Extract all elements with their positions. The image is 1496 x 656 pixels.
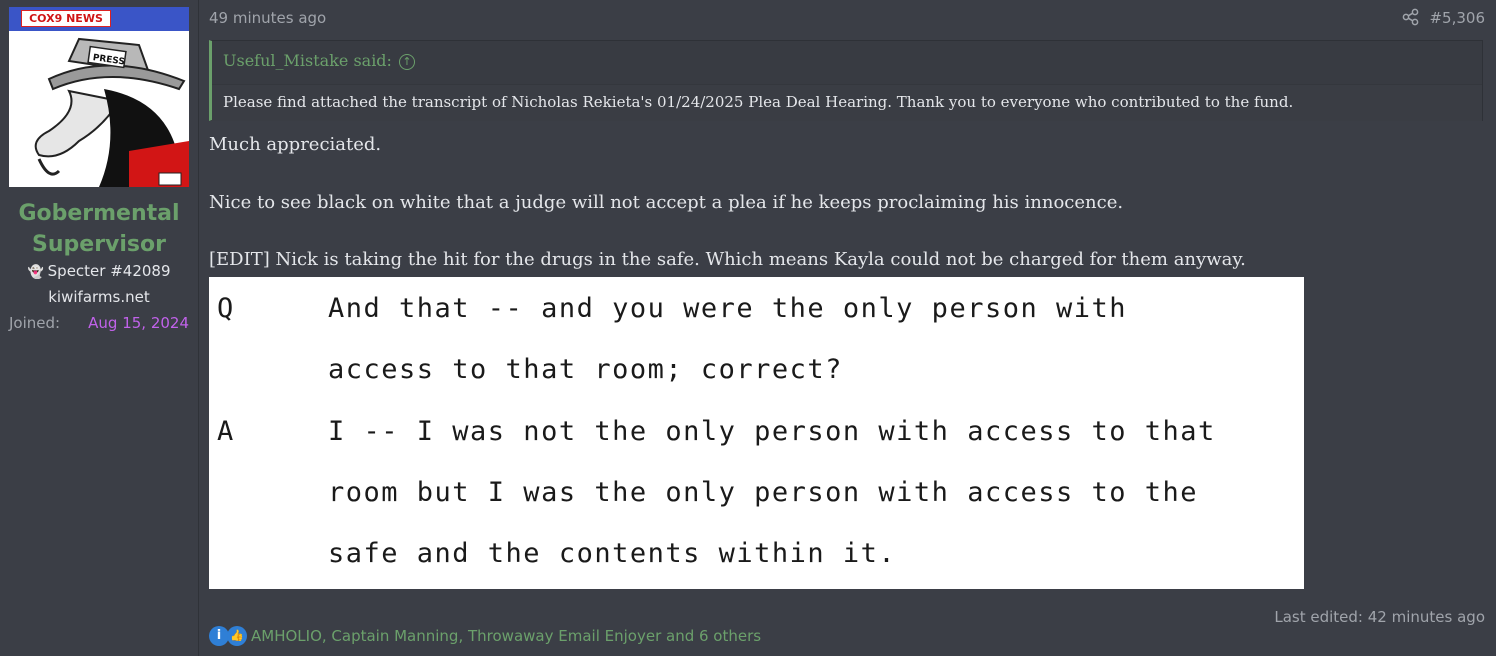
joined-date: Aug 15, 2024 <box>88 314 189 332</box>
avatar-banner: COX9 NEWS <box>9 7 189 31</box>
post-paragraph: Nice to see black on white that a judge … <box>209 192 1124 213</box>
transcript-a-label: A <box>217 416 235 447</box>
quote-block: Useful_Mistake said: ↑ Please find attach… <box>209 40 1483 121</box>
transcript-line: room but I was the only person with acce… <box>328 477 1199 508</box>
post-time[interactable]: 49 minutes ago <box>209 9 326 27</box>
transcript-line: access to that room; correct? <box>328 354 843 385</box>
quote-arrow-icon[interactable]: ↑ <box>398 54 415 70</box>
username-line2: Supervisor <box>32 232 166 257</box>
username[interactable]: Gobermental Supervisor <box>0 198 198 260</box>
user-rank: 👻 Specter #42089 <box>0 262 198 280</box>
quote-text: Please find attached the transcript of N… <box>223 93 1294 111</box>
transcript-line: safe and the contents within it. <box>328 538 897 569</box>
post-main: 49 minutes ago #5,306 Useful_Mistake sai… <box>209 0 1485 656</box>
quote-body: Please find attached the transcript of N… <box>212 84 1482 121</box>
transcript-line: I -- I was not the only person with acce… <box>328 416 1216 447</box>
info-reaction-icon[interactable]: i <box>209 626 229 646</box>
post-number[interactable]: #5,306 <box>1429 9 1485 27</box>
rank-text: Specter #42089 <box>47 262 171 280</box>
reaction-names[interactable]: AMHOLIO, Captain Manning, Throwaway Emai… <box>251 627 761 645</box>
quote-header[interactable]: Useful_Mistake said: ↑ <box>223 51 415 70</box>
username-line1: Gobermental <box>18 201 180 226</box>
avatar[interactable]: COX9 NEWS PRESS <box>9 7 189 187</box>
share-icon[interactable] <box>1402 8 1420 26</box>
like-reaction-icon[interactable]: 👍 <box>227 626 247 646</box>
avatar-logo: COX9 NEWS <box>21 10 111 27</box>
joined-label: Joined: <box>9 314 61 332</box>
transcript-image[interactable]: Q And that -- and you were the only pers… <box>209 277 1304 589</box>
transcript-line: And that -- and you were the only person… <box>328 293 1127 324</box>
quote-author: Useful_Mistake said: <box>223 51 392 70</box>
last-edited[interactable]: Last edited: 42 minutes ago <box>1274 608 1485 626</box>
user-site: kiwifarms.net <box>48 288 150 306</box>
transcript-q-label: Q <box>217 293 235 324</box>
post-paragraph: Much appreciated. <box>209 134 382 155</box>
post-paragraph: [EDIT] Nick is taking the hit for the dr… <box>209 249 1246 270</box>
avatar-illustration: PRESS <box>34 37 189 187</box>
user-sidebar: COX9 NEWS PRESS Gobermental Supervisor 👻… <box>0 0 199 656</box>
ghost-icon: 👻 <box>27 265 44 280</box>
